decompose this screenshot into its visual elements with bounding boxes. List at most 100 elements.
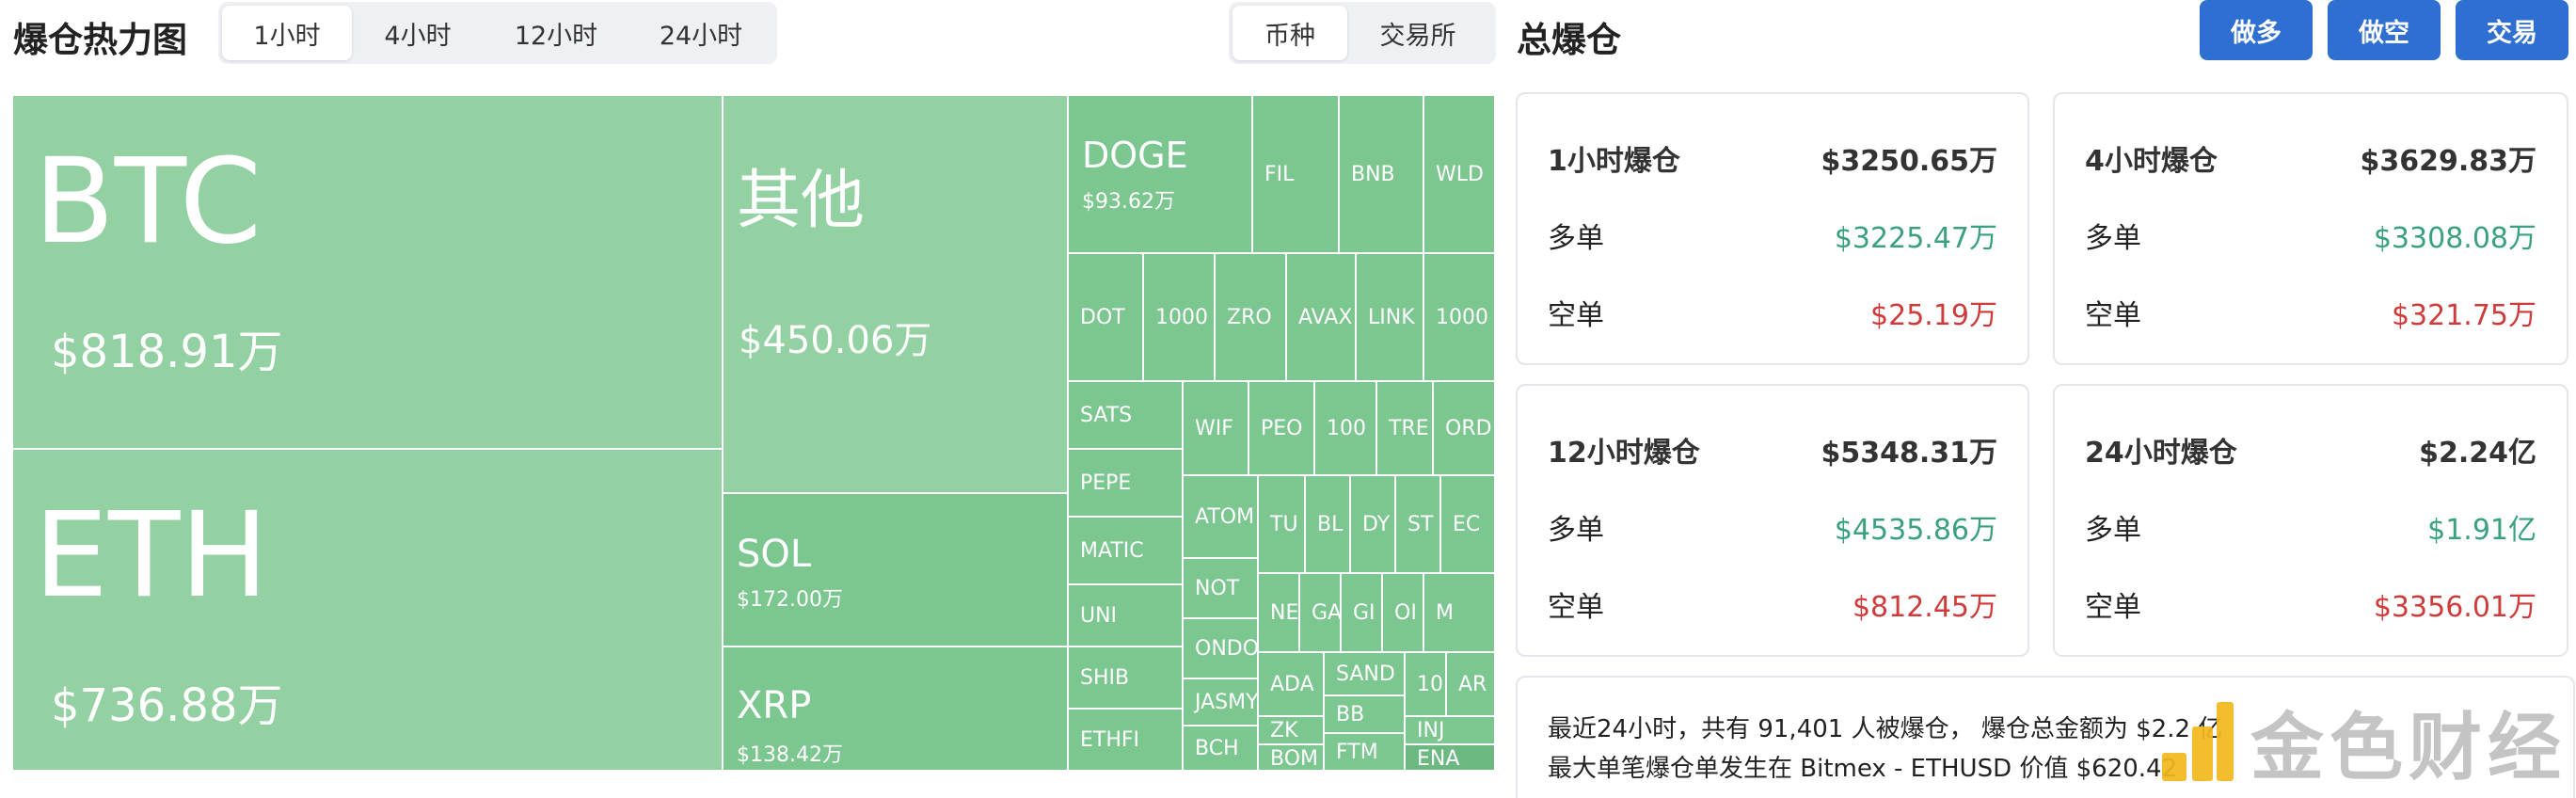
treemap-tile[interactable]: ONDO [1184,619,1259,679]
tab-24h[interactable]: 24小时 [628,6,773,60]
treemap-tile[interactable]: ETHFI [1069,710,1184,772]
tile-label: GA [1312,601,1342,625]
treemap-tile[interactable]: BB [1325,696,1406,734]
treemap-tile[interactable]: ORD [1434,382,1496,476]
short-label: 空单 [1548,591,1604,624]
treemap-tile[interactable]: NEAR [1259,574,1300,653]
tile-label: ADA [1270,673,1314,696]
tile-label: PEPE [1080,471,1132,495]
card-4h: 4小时爆仓 $3629.83万 多单 $3308.08万 空单 $321.75万 [2053,92,2568,365]
treemap-tile[interactable]: FIL [1253,96,1340,254]
treemap-tile[interactable]: DOGE $93.62万 [1069,96,1253,254]
tile-label: NEAR [1270,601,1299,625]
treemap-tile[interactable]: ATOM [1184,476,1259,559]
tile-label: BOM [1270,747,1319,771]
trade-button[interactable]: 交易 [2456,0,2568,60]
tile-label: DOGE [1082,135,1188,176]
treemap-tile[interactable]: ADA [1259,653,1325,717]
treemap-tile[interactable]: BTC $818.91万 [13,96,724,450]
treemap-tile[interactable]: 10 [1406,653,1447,717]
treemap-tile[interactable]: WIF [1184,382,1249,476]
tile-label: INJ [1417,719,1445,742]
treemap-tile[interactable]: AVAX [1287,254,1357,382]
treemap-tile[interactable]: ZRO [1216,254,1287,382]
treemap-tile[interactable]: PEPE [1069,450,1184,518]
tab-12h[interactable]: 12小时 [484,6,628,60]
short-button[interactable]: 做空 [2328,0,2441,60]
treemap-tile[interactable]: 其他 $450.06万 [724,96,1069,494]
card-24h: 24小时爆仓 $2.24亿 多单 $1.91亿 空单 $3356.01万 [2053,384,2568,657]
tile-label: ZRO [1227,306,1272,329]
long-label: 多单 [2085,222,2141,255]
tab-4h[interactable]: 4小时 [352,6,484,60]
treemap-tile[interactable]: JASMY [1184,679,1259,726]
treemap-tile[interactable]: GI [1342,574,1383,653]
tile-label: JASMY [1195,691,1259,714]
tile-label: UNI [1080,604,1118,628]
short-label: 空单 [2085,299,2141,332]
tile-label: GI [1353,601,1375,625]
tile-label: SOL [737,533,812,576]
treemap-tile[interactable]: DOT [1069,254,1144,382]
treemap-tile[interactable]: INJ [1406,717,1496,745]
tab-exchange[interactable]: 交易所 [1347,6,1488,60]
tile-label: ORD [1445,417,1492,440]
treemap-tile[interactable]: SAND [1325,653,1406,696]
tile-value: $138.42万 [737,743,843,767]
treemap-tile[interactable]: NOT [1184,559,1259,619]
treemap-tile[interactable]: TU [1259,476,1306,574]
tile-label: SHIB [1080,666,1130,690]
tile-label: M [1436,601,1454,625]
treemap-tile[interactable]: ZK [1259,717,1325,745]
treemap-tile[interactable]: SHIB [1069,647,1184,710]
treemap-tile[interactable]: ST [1396,476,1441,574]
treemap-tile[interactable]: XRP $138.42万 [724,647,1069,772]
treemap-tile[interactable]: BOM [1259,745,1325,772]
treemap-tile[interactable]: LINK [1357,254,1424,382]
treemap-tile[interactable]: 100 [1315,382,1377,476]
treemap-tile[interactable]: BNB [1340,96,1424,254]
summary-line-1: 最近24小时，共有 91,401 人被爆仓， 爆仓总金额为 $2.2 亿 [1548,715,2223,743]
treemap-tile[interactable]: DY [1351,476,1396,574]
tile-value: $818.91万 [51,326,283,378]
treemap-tile[interactable]: 1000 [1144,254,1216,382]
card-total: $3629.83万 [2360,145,2536,178]
tile-label: BB [1336,703,1365,726]
tile-label: BNB [1351,163,1395,186]
treemap-tile[interactable]: GA [1300,574,1342,653]
treemap-tile[interactable]: FTM [1325,734,1406,772]
treemap-tile[interactable]: M [1424,574,1496,653]
short-value: $3356.01万 [2373,591,2536,624]
tab-1h[interactable]: 1小时 [222,6,352,60]
treemap-tile[interactable]: EC [1441,476,1496,574]
tile-label: NOT [1195,577,1240,600]
watermark: 金色财经 [2158,694,2567,790]
long-button[interactable]: 做多 [2200,0,2313,60]
treemap-tile[interactable]: WLD [1424,96,1496,254]
tile-label: 1000 [1436,306,1488,329]
short-label: 空单 [1548,299,1604,332]
tile-label: DY [1362,513,1391,536]
total-title: 总爆仓 [1517,20,1621,60]
treemap-tile[interactable]: ETH $736.88万 [13,450,724,772]
treemap-tile[interactable]: ENA [1406,745,1496,772]
treemap-tile[interactable]: BCH [1184,726,1259,772]
treemap-tile[interactable]: OI [1383,574,1424,653]
treemap-tile[interactable]: SOL $172.00万 [724,494,1069,647]
treemap-tile[interactable]: SATS [1069,382,1184,450]
treemap-tile[interactable]: BL [1306,476,1351,574]
tile-value: $450.06万 [739,319,932,362]
treemap-tile[interactable]: PEO [1249,382,1315,476]
treemap-tile[interactable]: 1000 [1424,254,1496,382]
total-panel: 总爆仓 做多 做空 交易 1小时爆仓 $3250.65万 多单 $3225.47万 … [1505,0,2576,798]
long-label: 多单 [1548,222,1604,255]
treemap-tile[interactable]: MATIC [1069,518,1184,585]
short-value: $812.45万 [1852,591,1997,624]
treemap-tile[interactable]: TRE [1377,382,1434,476]
tab-coin[interactable]: 币种 [1232,6,1347,60]
tile-label: ONDO [1195,637,1259,661]
action-buttons: 做多 做空 交易 [2200,0,2576,62]
tile-label: OI [1394,601,1417,625]
treemap-tile[interactable]: UNI [1069,585,1184,647]
treemap-tile[interactable]: AR [1447,653,1496,717]
